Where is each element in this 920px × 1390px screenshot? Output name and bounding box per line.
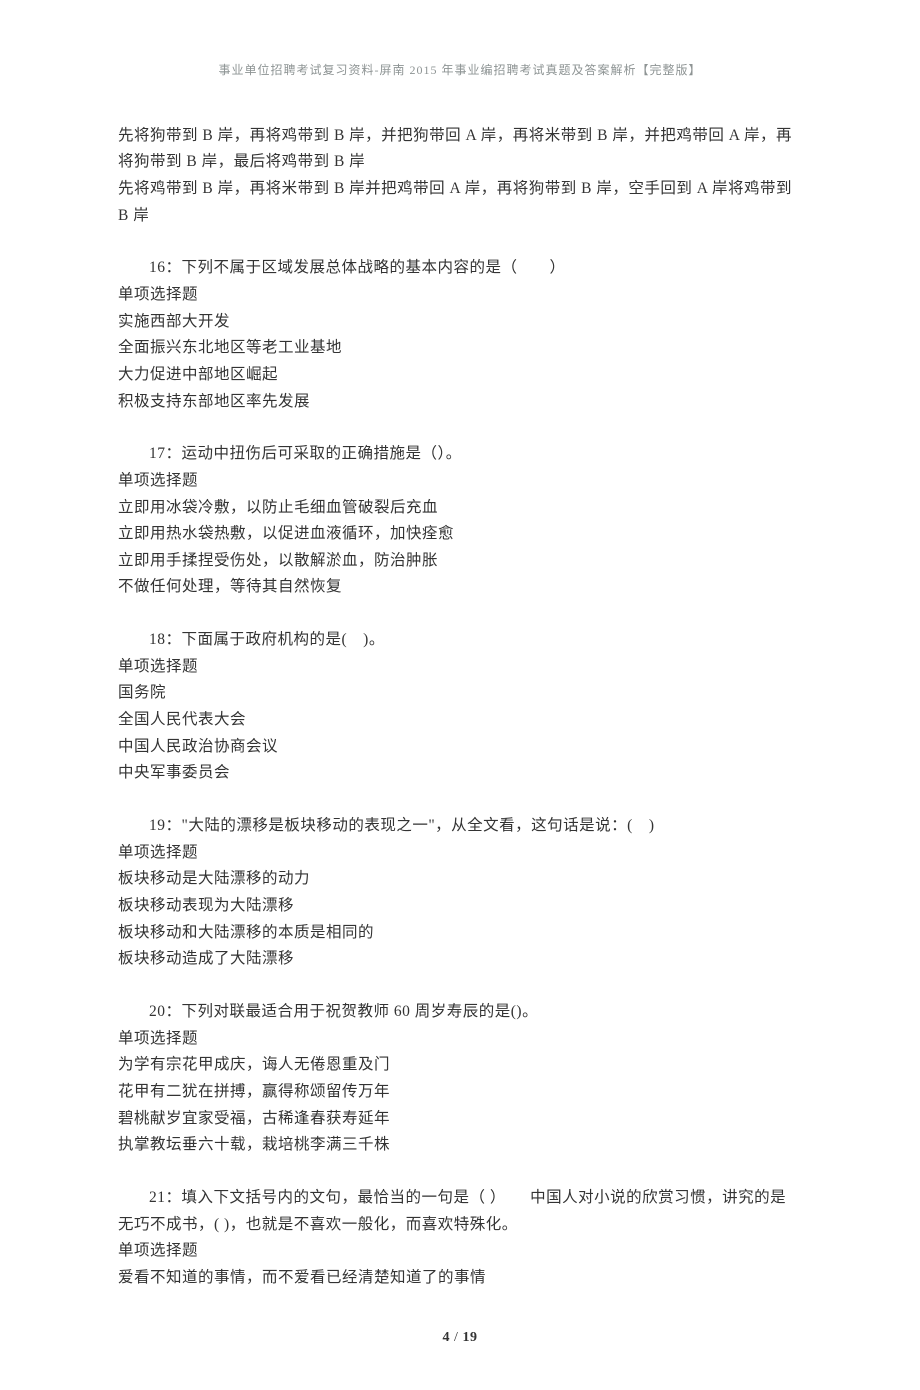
- question-title: 16：下列不属于区域发展总体战略的基本内容的是（ ）: [118, 255, 802, 282]
- preamble-block: 先将狗带到 B 岸，再将鸡带到 B 岸，并把狗带回 A 岸，再将米带到 B 岸，…: [118, 123, 802, 230]
- question-option: 执掌教坛垂六十载，栽培桃李满三千株: [118, 1132, 802, 1159]
- question-option: 积极支持东部地区率先发展: [118, 389, 802, 416]
- page-header: 事业单位招聘考试复习资料-屏南 2015 年事业编招聘考试真题及答案解析【完整版…: [118, 60, 802, 81]
- question-title: 17：运动中扭伤后可采取的正确措施是（）。: [118, 441, 802, 468]
- question-type: 单项选择题: [118, 468, 802, 495]
- question-block: 20：下列对联最适合用于祝贺教师 60 周岁寿辰的是()。 单项选择题 为学有宗…: [118, 999, 802, 1159]
- question-block: 17：运动中扭伤后可采取的正确措施是（）。 单项选择题 立即用冰袋冷敷，以防止毛…: [118, 441, 802, 601]
- preamble-line: 先将狗带到 B 岸，再将鸡带到 B 岸，并把狗带回 A 岸，再将米带到 B 岸，…: [118, 123, 802, 176]
- question-option: 板块移动是大陆漂移的动力: [118, 866, 802, 893]
- question-block: 21：填入下文括号内的文句，最恰当的一句是（ ） 中国人对小说的欣赏习惯，讲究的…: [118, 1185, 802, 1292]
- question-option: 板块移动表现为大陆漂移: [118, 893, 802, 920]
- question-type: 单项选择题: [118, 840, 802, 867]
- question-block: 19："大陆的漂移是板块移动的表现之一"，从全文看，这句话是说：( ) 单项选择…: [118, 813, 802, 973]
- question-option: 实施西部大开发: [118, 309, 802, 336]
- question-type: 单项选择题: [118, 1238, 802, 1265]
- question-option: 全面振兴东北地区等老工业基地: [118, 335, 802, 362]
- question-block: 18：下面属于政府机构的是( )。 单项选择题 国务院 全国人民代表大会 中国人…: [118, 627, 802, 787]
- question-title: 18：下面属于政府机构的是( )。: [118, 627, 802, 654]
- question-option: 花甲有二犹在拼搏，赢得称颂留传万年: [118, 1079, 802, 1106]
- question-option: 不做任何处理，等待其自然恢复: [118, 574, 802, 601]
- question-option: 国务院: [118, 680, 802, 707]
- question-option: 立即用手揉捏受伤处，以散解淤血，防治肿胀: [118, 548, 802, 575]
- question-option: 中央军事委员会: [118, 760, 802, 787]
- page-number-current: 4: [443, 1330, 451, 1345]
- question-option: 立即用冰袋冷敷，以防止毛细血管破裂后充血: [118, 495, 802, 522]
- question-option: 全国人民代表大会: [118, 707, 802, 734]
- question-option: 爱看不知道的事情，而不爱看已经清楚知道了的事情: [118, 1265, 802, 1292]
- question-type: 单项选择题: [118, 1026, 802, 1053]
- document-page: 事业单位招聘考试复习资料-屏南 2015 年事业编招聘考试真题及答案解析【完整版…: [0, 0, 920, 1390]
- question-block: 16：下列不属于区域发展总体战略的基本内容的是（ ） 单项选择题 实施西部大开发…: [118, 255, 802, 415]
- question-option: 为学有宗花甲成庆，诲人无倦恩重及门: [118, 1052, 802, 1079]
- question-title: 20：下列对联最适合用于祝贺教师 60 周岁寿辰的是()。: [118, 999, 802, 1026]
- page-number-sep: /: [450, 1330, 462, 1345]
- question-type: 单项选择题: [118, 282, 802, 309]
- preamble-line: 先将鸡带到 B 岸，再将米带到 B 岸并把鸡带回 A 岸，再将狗带到 B 岸，空…: [118, 176, 802, 229]
- page-footer: 4 / 19: [118, 1326, 802, 1350]
- question-option: 板块移动造成了大陆漂移: [118, 946, 802, 973]
- question-option: 大力促进中部地区崛起: [118, 362, 802, 389]
- page-number-total: 19: [462, 1330, 477, 1345]
- question-option: 立即用热水袋热敷，以促进血液循环，加快痊愈: [118, 521, 802, 548]
- question-type: 单项选择题: [118, 654, 802, 681]
- question-title: 19："大陆的漂移是板块移动的表现之一"，从全文看，这句话是说：( ): [118, 813, 802, 840]
- question-option: 碧桃献岁宜家受福，古稀逢春获寿延年: [118, 1106, 802, 1133]
- question-option: 中国人民政治协商会议: [118, 734, 802, 761]
- question-title: 21：填入下文括号内的文句，最恰当的一句是（ ） 中国人对小说的欣赏习惯，讲究的…: [118, 1185, 802, 1238]
- question-option: 板块移动和大陆漂移的本质是相同的: [118, 920, 802, 947]
